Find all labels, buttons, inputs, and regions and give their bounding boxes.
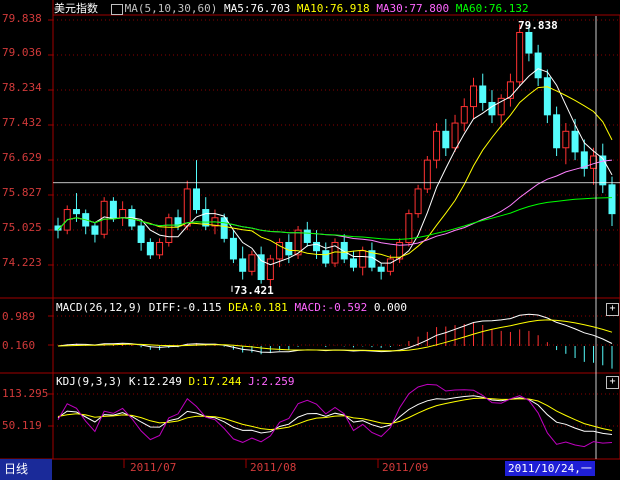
macd-zero: 0.000	[373, 301, 408, 314]
candle-body	[193, 188, 200, 211]
candle-body	[72, 209, 80, 215]
kdj-d: D:17.244	[188, 375, 242, 388]
index-title: 美元指数	[54, 2, 98, 15]
candle-body	[202, 209, 210, 227]
kdj-params: KDJ(9,3,3)	[56, 375, 123, 388]
ma60-value: MA60:76.132	[455, 2, 529, 15]
candle-body	[386, 258, 394, 272]
candle-body	[239, 258, 247, 272]
candle-body	[562, 130, 570, 149]
high-price-label: 79.838	[518, 19, 558, 32]
y-tick: 75.827	[2, 186, 42, 199]
candle-body	[109, 200, 117, 219]
candle-body	[119, 209, 127, 219]
date-label: 2011/07	[130, 461, 177, 474]
macd-dea: DEA:0.181	[228, 301, 288, 314]
candle-body	[285, 241, 293, 256]
candle-body	[156, 241, 164, 256]
candle-body	[516, 31, 524, 83]
candle-body	[571, 130, 579, 153]
macd-params: MACD(26,12,9)	[56, 301, 143, 314]
candle-body	[534, 52, 542, 79]
candle-body	[451, 122, 459, 149]
macd-value: MACD:-0.592	[294, 301, 368, 314]
y-tick: 76.629	[2, 151, 42, 164]
y-tick: 79.838	[2, 12, 42, 25]
candle-body	[608, 184, 616, 215]
candle-body	[543, 77, 551, 116]
candle-body	[229, 237, 237, 260]
candle-body	[525, 31, 533, 54]
y-tick: 75.025	[2, 221, 42, 234]
candle-body	[349, 258, 357, 268]
candle-body	[414, 188, 422, 215]
low-price-label: 73.421	[234, 284, 274, 297]
candle-body	[303, 229, 311, 243]
candle-body	[377, 266, 385, 272]
ma10-value: MA10:76.918	[296, 2, 370, 15]
candle-body	[359, 250, 367, 268]
y-tick: 74.223	[2, 256, 42, 269]
macd-expand-button[interactable]: +	[606, 303, 619, 316]
candle-body	[137, 225, 145, 243]
kdj-y-tick: 50.119	[2, 419, 42, 432]
candle-body	[248, 254, 256, 272]
candle-body	[146, 241, 154, 256]
candle-body	[460, 106, 468, 124]
ma30-value: MA30:77.800	[376, 2, 450, 15]
candle-body	[479, 85, 487, 103]
candle-body	[506, 81, 514, 99]
candle-body	[442, 130, 450, 149]
y-tick: 78.234	[2, 81, 42, 94]
kdj-expand-button[interactable]: +	[606, 376, 619, 389]
macd-y-tick: 0.989	[2, 310, 36, 323]
y-tick: 77.432	[2, 116, 42, 129]
kdj-k-line	[57, 395, 613, 435]
candle-body	[91, 225, 99, 235]
date-label: 2011/09	[382, 461, 429, 474]
candle-body	[553, 114, 561, 149]
kdj-j: J:2.259	[248, 375, 295, 388]
ma-params: MA(5,10,30,60)	[124, 2, 218, 15]
kdj-k: K:12.249	[128, 375, 182, 388]
candle-body	[220, 217, 228, 239]
ma5-value: MA5:76.703	[223, 2, 291, 15]
y-tick: 79.036	[2, 46, 42, 59]
candle-body	[183, 188, 191, 227]
chart-canvas	[0, 0, 620, 468]
date-label: 2011/08	[250, 461, 297, 474]
candle-body	[433, 130, 441, 161]
kdj-legend: KDJ(9,3,3) K:12.249 D:17.244 J:2.259	[56, 375, 294, 388]
main-legend: 美元指数 MA(5,10,30,60) MA5:76.703 MA10:76.9…	[54, 2, 529, 15]
candle-body	[165, 217, 173, 243]
kdj-y-tick: 113.295	[2, 387, 49, 400]
candle-body	[470, 85, 477, 108]
period-tab-daily[interactable]: 日线	[0, 459, 52, 480]
cursor-date-readout: 2011/10/24,一	[505, 461, 595, 476]
macd-diff: DIFF:-0.115	[148, 301, 222, 314]
candle-body	[599, 155, 607, 186]
macd-y-tick: 0.160	[2, 339, 36, 352]
candle-body	[423, 159, 431, 190]
indicator-icon[interactable]	[110, 3, 123, 15]
macd-legend: MACD(26,12,9) DIFF:-0.115 DEA:0.181 MACD…	[56, 301, 407, 314]
candle-body	[266, 258, 274, 281]
candle-body	[322, 250, 330, 264]
